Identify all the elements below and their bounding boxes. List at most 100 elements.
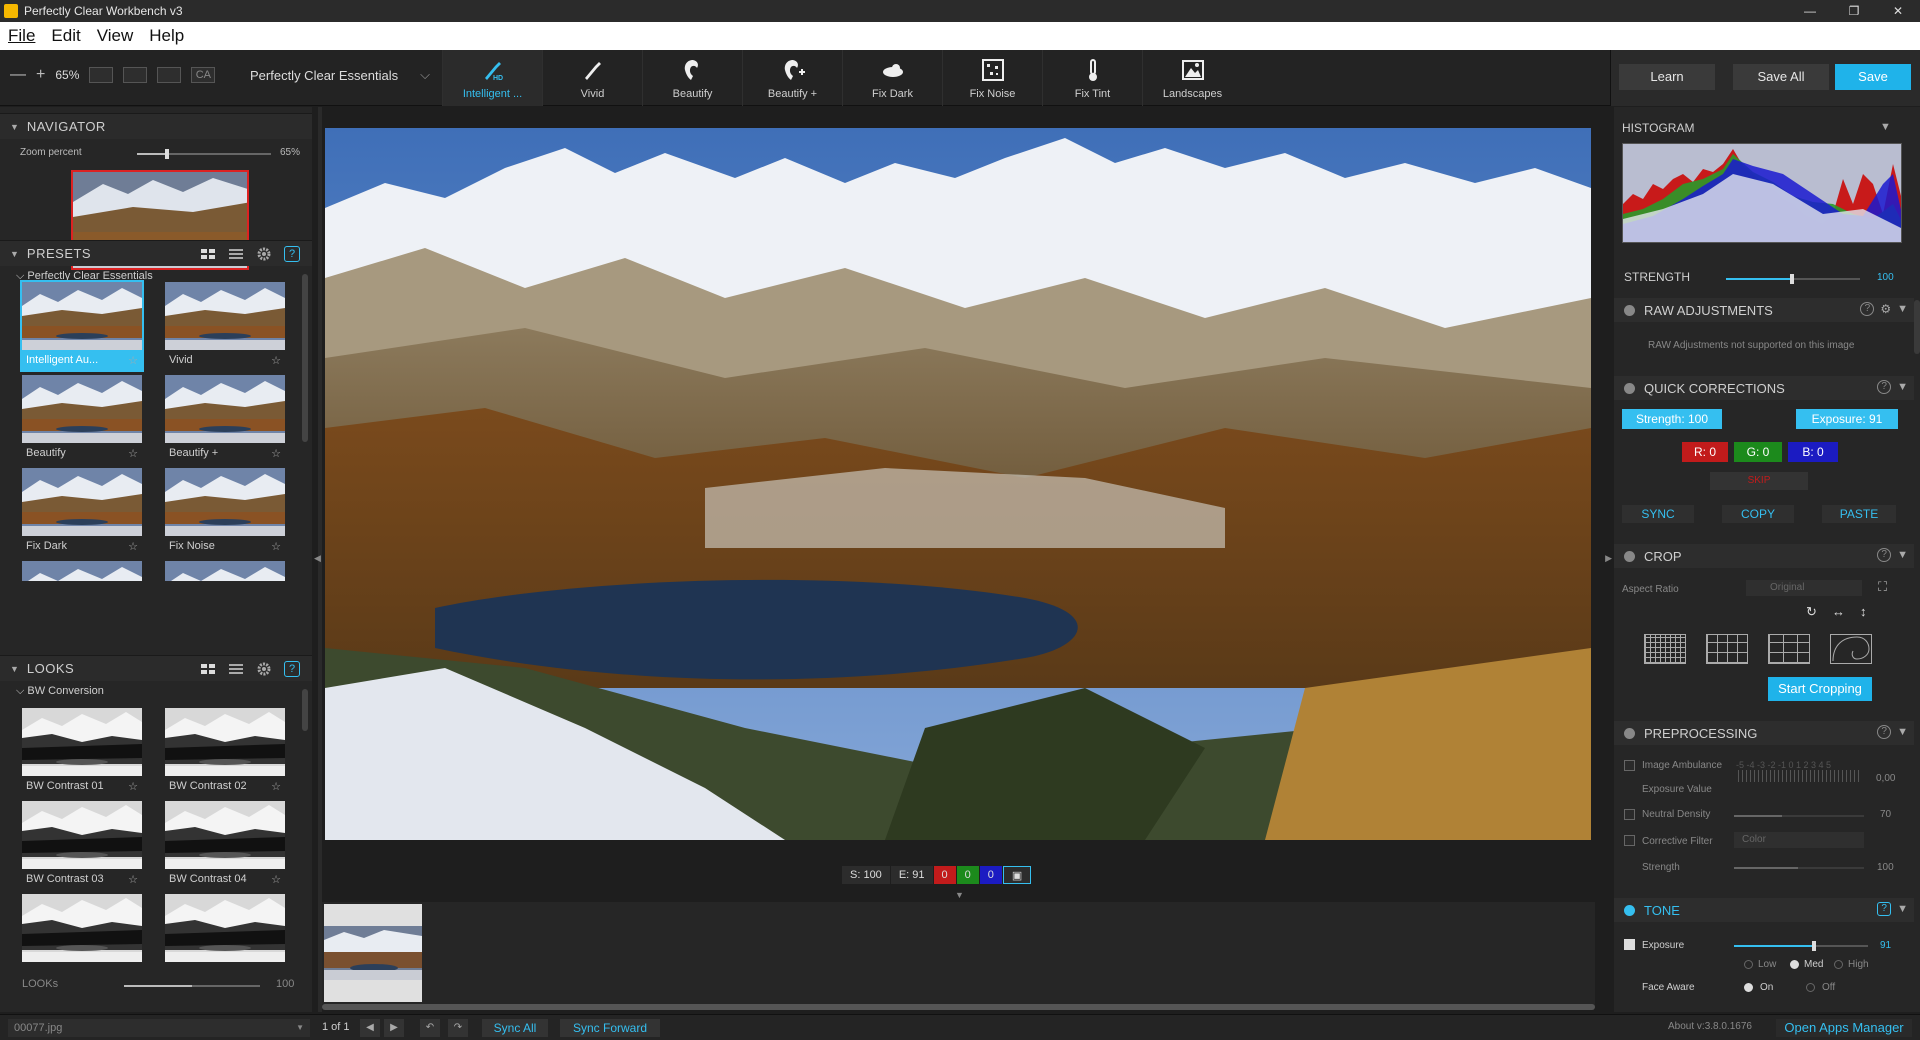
star-icon[interactable]: ☆	[271, 447, 281, 460]
presets-scrollbar[interactable]	[302, 274, 308, 442]
list-view-icon[interactable]	[228, 246, 244, 262]
star-icon[interactable]: ☆	[271, 354, 281, 367]
menu-view[interactable]: View	[89, 26, 142, 46]
help-icon[interactable]: ?	[284, 661, 300, 677]
grid-view-icon[interactable]	[200, 246, 216, 262]
look-thumbnail[interactable]: BW Contrast 04 ☆	[165, 801, 285, 889]
right-panel-scrollbar[interactable]	[1914, 300, 1920, 354]
looks-scrollbar[interactable]	[302, 689, 308, 731]
navigator-header[interactable]: ▼ NAVIGATOR	[0, 113, 312, 139]
radio-face-off[interactable]	[1806, 983, 1815, 992]
side-by-side-icon[interactable]	[157, 67, 182, 83]
open-apps-manager-button[interactable]: Open Apps Manager	[1776, 1019, 1912, 1037]
help-icon[interactable]: ?	[1877, 380, 1892, 394]
main-photo[interactable]	[325, 128, 1591, 840]
raw-toggle[interactable]	[1624, 304, 1635, 316]
star-icon[interactable]: ☆	[128, 873, 138, 886]
qc-copy-button[interactable]: COPY	[1722, 505, 1794, 523]
qc-sync-button[interactable]: SYNC	[1622, 505, 1694, 523]
preprocessing-strength-slider[interactable]	[1734, 867, 1864, 869]
previous-image-button[interactable]: ◀	[360, 1019, 380, 1037]
look-thumbnail[interactable]: BW Contrast 02 ☆	[165, 708, 285, 796]
preset-thumbnail[interactable]: Fix Dark ☆	[22, 468, 142, 556]
collapse-icon[interactable]: ▼	[1897, 303, 1908, 315]
tone-toggle[interactable]	[1624, 904, 1635, 916]
collapse-icon[interactable]: ▼	[1897, 381, 1908, 393]
quick-corrections-header[interactable]: QUICK CORRECTIONS ? ▼	[1614, 376, 1914, 400]
star-icon[interactable]: ☆	[128, 780, 138, 793]
radio-high[interactable]	[1834, 960, 1843, 969]
preprocessing-header[interactable]: PREPROCESSING ? ▼	[1614, 721, 1914, 745]
strength-slider[interactable]	[1726, 274, 1860, 284]
preprocessing-toggle[interactable]	[1624, 727, 1635, 739]
raw-adjustments-header[interactable]: RAW ADJUSTMENTS ? ⚙ ▼	[1614, 298, 1914, 322]
qc-blue-pill[interactable]: B: 0	[1788, 442, 1838, 462]
menu-edit[interactable]: Edit	[43, 26, 88, 46]
tool-beautify-plus[interactable]: Beautify +	[742, 50, 842, 106]
redo-icon[interactable]: ↷	[448, 1019, 468, 1037]
looks-header[interactable]: ▼ LOOKS ?	[0, 655, 312, 681]
tool-landscapes[interactable]: Landscapes	[1142, 50, 1242, 106]
preset-thumbnail[interactable]: Beautify + ☆	[165, 375, 285, 463]
star-icon[interactable]: ☆	[128, 540, 138, 553]
help-icon[interactable]: ?	[284, 246, 300, 262]
gear-icon[interactable]	[256, 661, 272, 677]
star-icon[interactable]: ☆	[271, 780, 281, 793]
look-thumbnail[interactable]: BW Contrast 03 ☆	[22, 801, 142, 889]
zoom-slider[interactable]	[137, 149, 271, 159]
grid-view-icon[interactable]	[200, 661, 216, 677]
crop-golden-spiral-icon[interactable]	[1830, 634, 1872, 664]
look-thumbnail[interactable]: BW Contrast 01 ☆	[22, 708, 142, 796]
undo-icon[interactable]: ↶	[420, 1019, 440, 1037]
neutral-density-slider[interactable]	[1734, 815, 1864, 817]
qc-strength-pill[interactable]: Strength: 100	[1622, 409, 1722, 429]
corrective-filter-checkbox[interactable]	[1624, 835, 1635, 846]
collapse-icon[interactable]: ▼	[1897, 903, 1908, 915]
ca-button[interactable]: CA	[191, 67, 216, 83]
neutral-density-checkbox[interactable]	[1624, 809, 1635, 820]
radio-med[interactable]	[1790, 960, 1799, 969]
preset-thumbnail[interactable]: Fix Noise ☆	[165, 468, 285, 556]
quick-corrections-toggle[interactable]	[1624, 382, 1635, 394]
tool-fix-noise[interactable]: Fix Noise	[942, 50, 1042, 106]
preset-thumbnail[interactable]: Intelligent Au... ☆	[20, 280, 144, 372]
radio-low[interactable]	[1744, 960, 1753, 969]
tool-intelligent-auto[interactable]: HD Intelligent ...	[442, 50, 542, 106]
menu-file[interactable]: File	[0, 26, 43, 46]
qc-red-pill[interactable]: R: 0	[1682, 442, 1728, 462]
star-icon[interactable]: ☆	[271, 873, 281, 886]
filmstrip-thumbnail[interactable]	[324, 904, 422, 1002]
single-view-icon[interactable]	[89, 67, 114, 83]
tone-header[interactable]: TONE ? ▼	[1614, 898, 1914, 922]
gear-icon[interactable]: ⚙	[1880, 302, 1891, 316]
looks-strength-slider[interactable]	[124, 985, 260, 987]
tool-fix-tint[interactable]: Fix Tint	[1042, 50, 1142, 106]
preset-thumbnail[interactable]	[165, 561, 285, 581]
collapse-icon[interactable]: ▼	[1897, 549, 1908, 561]
aspect-ratio-select[interactable]: Original	[1746, 580, 1862, 596]
collapse-right-icon[interactable]: ▶	[1605, 553, 1612, 564]
tool-beautify[interactable]: Beautify	[642, 50, 742, 106]
qc-skip-button[interactable]: SKIP	[1710, 472, 1808, 490]
image-ambulance-checkbox[interactable]	[1624, 760, 1635, 771]
star-icon[interactable]: ☆	[128, 447, 138, 460]
help-icon[interactable]: ?	[1877, 902, 1892, 916]
list-view-icon[interactable]	[228, 661, 244, 677]
qc-green-pill[interactable]: G: 0	[1734, 442, 1782, 462]
save-button[interactable]: Save	[1835, 64, 1911, 90]
qc-exposure-pill[interactable]: Exposure: 91	[1796, 409, 1898, 429]
minimize-button[interactable]: —	[1788, 0, 1832, 22]
flip-horizontal-icon[interactable]: ↔	[1832, 604, 1845, 619]
exposure-slider-knob[interactable]	[1812, 941, 1816, 951]
gear-icon[interactable]	[256, 246, 272, 262]
zoom-in-button[interactable]: +	[36, 66, 45, 84]
tool-fix-dark[interactable]: Fix Dark	[842, 50, 942, 106]
crop-icon[interactable]: ⛶	[1878, 579, 1887, 595]
qc-paste-button[interactable]: PASTE	[1822, 505, 1896, 523]
compare-icon[interactable]: ▣	[1002, 866, 1032, 884]
filmstrip-scrollbar[interactable]	[322, 1004, 1595, 1010]
collapse-icon[interactable]: ▼	[1897, 726, 1908, 738]
sync-forward-button[interactable]: Sync Forward	[560, 1019, 660, 1037]
flip-vertical-icon[interactable]: ↕	[1860, 604, 1867, 619]
corrective-filter-select[interactable]: Color	[1734, 832, 1864, 848]
